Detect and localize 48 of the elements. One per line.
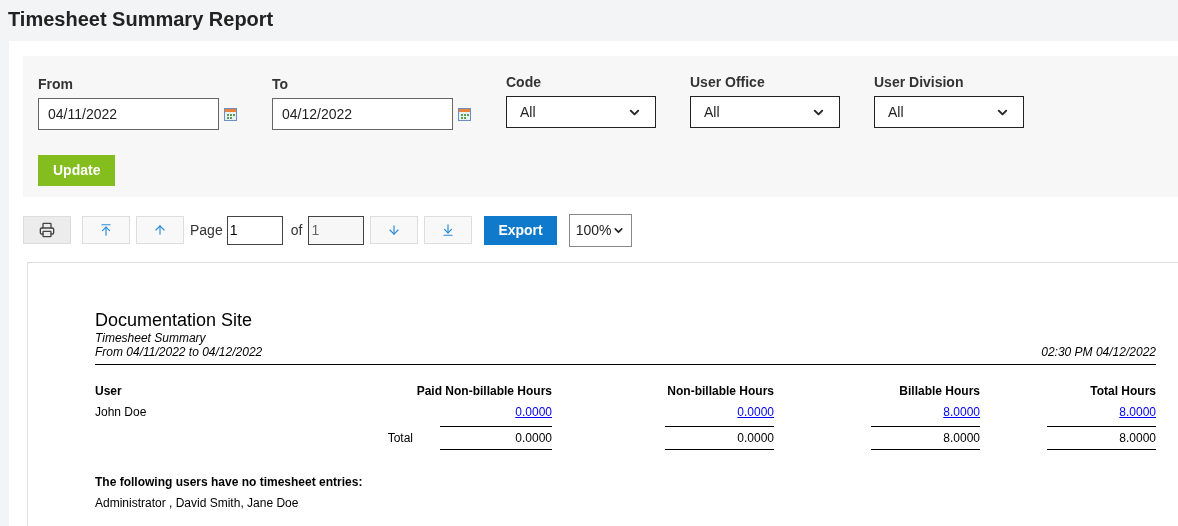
first-page-button[interactable] — [82, 216, 130, 244]
zoom-dropdown[interactable]: 100% — [568, 213, 632, 247]
of-label: of — [290, 220, 303, 240]
previous-page-button[interactable] — [136, 216, 184, 244]
page-title: Timesheet Summary Report — [7, 7, 275, 32]
hours-link[interactable]: 0.0000 — [515, 404, 552, 420]
dropdown[interactable]: All — [506, 96, 656, 128]
total-value: 0.0000 — [737, 431, 774, 445]
field-label: From — [38, 75, 74, 94]
hours-link[interactable]: 8.0000 — [1119, 404, 1156, 420]
page-count-field[interactable]: 1 — [308, 215, 365, 245]
date-field[interactable]: 04/12/2022 — [272, 98, 453, 130]
total-value: 0.0000 — [515, 431, 552, 445]
print-button[interactable] — [23, 216, 71, 244]
column-header: Paid Non-billable Hours — [416, 383, 552, 399]
column-header: User — [95, 384, 122, 398]
total-value: 8.0000 — [1119, 431, 1156, 445]
arrow-to-bottom-icon — [441, 223, 456, 237]
report-subtitle: Timesheet Summary — [95, 331, 207, 345]
no-entries-heading: The following users have no timesheet entries: — [95, 474, 364, 490]
calendar-icon[interactable] — [458, 107, 471, 121]
column-header: Total Hours — [1090, 383, 1156, 399]
field-label: User Division — [874, 73, 965, 92]
page-label: Page — [190, 220, 223, 240]
last-page-button[interactable] — [424, 216, 473, 244]
dropdown[interactable]: All — [874, 96, 1024, 128]
date-field[interactable]: 04/11/2022 — [38, 98, 219, 130]
report-generated-time: 02:30 PM 04/12/2022 — [1041, 345, 1156, 360]
calendar-icon[interactable] — [224, 107, 237, 121]
printer-icon — [39, 222, 55, 238]
total-value: 8.0000 — [943, 431, 980, 445]
hours-link[interactable]: 0.0000 — [737, 404, 774, 420]
dropdown[interactable]: All — [690, 96, 840, 128]
next-page-button[interactable] — [370, 216, 419, 244]
field-label: Code — [506, 73, 542, 92]
column-header: Non-billable Hours — [667, 383, 774, 399]
field-label: To — [272, 75, 290, 94]
user-name: John Doe — [95, 405, 147, 419]
column-header: Billable Hours — [899, 383, 980, 399]
field-label: User Office — [690, 73, 766, 92]
arrow-to-top-icon — [99, 223, 113, 237]
no-entries-users: Administrator , David Smith, Jane Doe — [95, 495, 300, 511]
report-site-title: Documentation Site — [95, 309, 254, 331]
page-number-field[interactable]: 1 — [226, 215, 283, 245]
export-button[interactable]: Export — [484, 215, 557, 245]
hours-link[interactable]: 8.0000 — [943, 404, 980, 420]
report-date-range: From 04/11/2022 to 04/12/2022 — [95, 345, 263, 360]
total-label: Total — [387, 430, 413, 447]
